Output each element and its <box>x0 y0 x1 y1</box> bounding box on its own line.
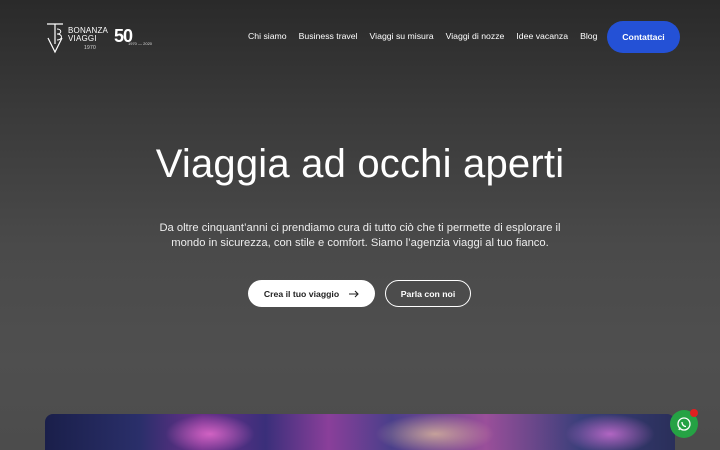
hero-subtitle: Da oltre cinquant’anni ci prendiamo cura… <box>159 222 561 249</box>
nav-chi-siamo[interactable]: Chi siamo <box>248 31 287 41</box>
logo-year: 1970 <box>84 45 96 51</box>
arrow-right-icon <box>349 290 359 297</box>
nav-business-travel[interactable]: Business travel <box>299 31 358 41</box>
image-light-2 <box>375 414 495 450</box>
image-light-3 <box>565 414 655 450</box>
hero-banner-image <box>45 414 675 450</box>
logo-monogram-icon <box>47 23 63 54</box>
hero-title: Viaggia ad occhi aperti <box>155 142 565 186</box>
nav-viaggi-di-nozze[interactable]: Viaggi di nozze <box>446 31 505 41</box>
image-light-1 <box>165 414 255 450</box>
create-trip-label: Crea il tuo viaggio <box>263 288 340 299</box>
anniversary-badge: 50 1970 — 2020 <box>114 26 152 48</box>
logo-wordmark: BONANZA VIAGGI 1970 <box>68 27 108 52</box>
anniversary-years: 1970 — 2020 <box>128 41 153 46</box>
nav-blog[interactable]: Blog <box>580 31 597 41</box>
nav-idee-vacanza[interactable]: Idee vacanza <box>516 31 568 41</box>
notification-dot <box>690 409 698 417</box>
contact-button[interactable]: Contattaci <box>607 21 680 53</box>
site-header: BONANZA VIAGGI 1970 50 1970 — 2020 Chi s… <box>0 0 720 75</box>
logo-line-2: VIAGGI <box>68 34 97 43</box>
talk-to-us-button[interactable]: Parla con noi <box>385 280 471 307</box>
main-nav: Chi siamo Business travel Viaggi su misu… <box>248 31 609 41</box>
whatsapp-icon <box>677 417 691 431</box>
nav-viaggi-su-misura[interactable]: Viaggi su misura <box>370 31 434 41</box>
create-trip-button[interactable]: Crea il tuo viaggio <box>248 280 375 307</box>
